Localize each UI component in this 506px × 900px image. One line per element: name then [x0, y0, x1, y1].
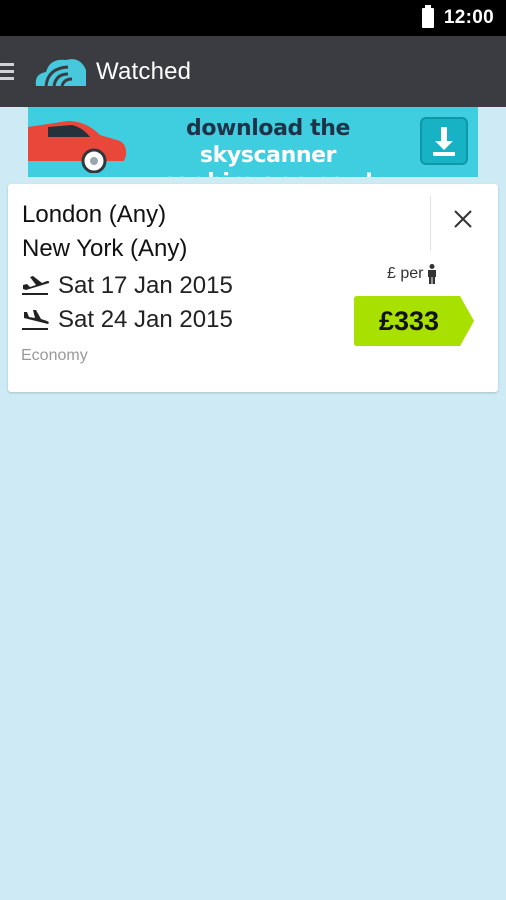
inbound-row: Sat 24 Jan 2015 [20, 306, 233, 334]
status-bar: 12:00 [0, 0, 506, 36]
cabin-class: Economy [21, 347, 88, 364]
close-icon[interactable] [448, 204, 478, 234]
app-bar: Watched [0, 36, 506, 107]
menu-icon[interactable] [0, 61, 14, 83]
divider [430, 196, 431, 251]
takeoff-icon [22, 276, 50, 295]
watched-flight-card[interactable]: London (Any) New York (Any) Sat 17 Jan 2… [8, 184, 498, 392]
route: London (Any) New York (Any) [22, 198, 187, 266]
banner-brand: skyscanner [199, 143, 337, 168]
banner-line2: car hire app now! [118, 169, 418, 177]
price-caption: £ per [387, 264, 437, 284]
price-caption-text: £ per [387, 265, 424, 282]
car-icon [28, 121, 127, 173]
price-button[interactable]: £333 [354, 296, 474, 346]
skyscanner-logo [35, 58, 86, 86]
banner-text: download the skyscanner car hire app now… [118, 115, 418, 177]
car-hire-banner[interactable]: download the skyscanner car hire app now… [28, 107, 478, 177]
battery-icon [421, 5, 434, 28]
origin: London (Any) [22, 201, 167, 228]
outbound-row: Sat 17 Jan 2015 [20, 272, 233, 300]
status-time: 12:00 [443, 7, 494, 28]
outbound-date: Sat 17 Jan 2015 [58, 272, 233, 299]
person-icon [428, 264, 437, 284]
page-title: Watched [96, 57, 192, 85]
inbound-date: Sat 24 Jan 2015 [58, 306, 233, 333]
download-icon[interactable] [420, 117, 468, 165]
destination: New York (Any) [22, 235, 188, 262]
landing-icon [22, 310, 49, 330]
banner-line1-prefix: download the [185, 116, 351, 141]
price-value: £333 [378, 305, 440, 336]
